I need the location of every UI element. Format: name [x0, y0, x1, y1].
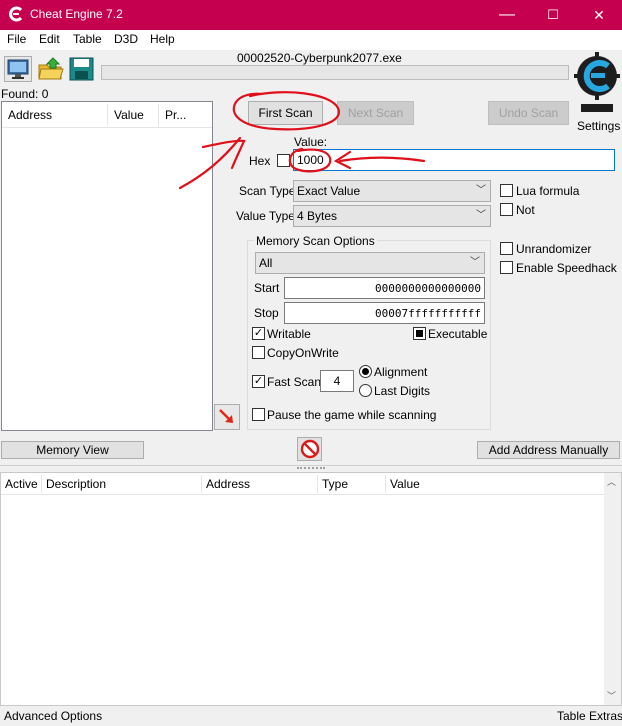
executable-checkbox[interactable] [413, 327, 426, 340]
panel-splitter[interactable] [0, 465, 622, 471]
cheat-engine-logo[interactable] [573, 48, 621, 116]
stop-address-input[interactable]: 00007fffffffffff [284, 302, 485, 324]
process-name: 00002520-Cyberpunk2077.exe [237, 51, 402, 65]
stop-label: Stop [254, 306, 279, 320]
menu-file[interactable]: File [7, 32, 26, 46]
table-extras-link[interactable]: Table Extras [557, 709, 622, 723]
add-address-manually-button[interactable]: Add Address Manually [477, 441, 620, 459]
last-digits-radio[interactable] [359, 384, 372, 397]
column-value[interactable]: Value [114, 108, 144, 122]
executable-label: Executable [428, 327, 488, 341]
advanced-options-link[interactable]: Advanced Options [4, 709, 102, 723]
writable-label: Writable [267, 327, 311, 341]
copy-on-write-checkbox[interactable] [252, 346, 265, 359]
memory-scan-options-title: Memory Scan Options [254, 234, 377, 248]
fast-scan-alignment-input[interactable]: 4 [320, 370, 354, 392]
start-address-input[interactable]: 0000000000000000 [284, 277, 485, 299]
pause-game-label: Pause the game while scanning [267, 408, 437, 422]
menu-edit[interactable]: Edit [39, 32, 60, 46]
menu-bar: File Edit Table D3D Help [0, 30, 622, 50]
last-digits-label: Last Digits [374, 384, 431, 398]
chevron-down-icon: ﹀ [470, 257, 480, 268]
column-active[interactable]: Active [5, 477, 38, 491]
value-label: Value: [294, 135, 328, 149]
writable-checkbox[interactable]: ✓ [252, 327, 265, 340]
lua-formula-label: Lua formula [516, 184, 580, 198]
minimize-button[interactable]: — [484, 0, 530, 30]
arrow-icon [219, 409, 233, 423]
computer-icon [7, 59, 29, 79]
column-address[interactable]: Address [8, 108, 52, 122]
open-file-button[interactable] [37, 56, 65, 82]
address-list[interactable]: Active Description Address Type Value ︿ … [0, 472, 622, 706]
scroll-up-icon[interactable]: ︿ [607, 475, 616, 488]
scan-type-label: Scan Type [239, 184, 296, 198]
column-address[interactable]: Address [206, 477, 250, 491]
scan-progress-bar [101, 65, 569, 80]
menu-help[interactable]: Help [150, 32, 175, 46]
unrandomizer-label: Unrandomizer [516, 242, 592, 256]
address-list-header: Active Description Address Type Value [1, 473, 605, 495]
memory-region-select[interactable]: All ﹀ [255, 252, 485, 274]
hex-label: Hex [249, 154, 271, 168]
unrandomizer-checkbox[interactable] [500, 242, 513, 255]
next-scan-button[interactable]: Next Scan [337, 101, 414, 125]
window-title: Cheat Engine 7.2 [30, 7, 123, 21]
close-button[interactable]: ✕ [576, 0, 622, 30]
value-input[interactable]: 1000 [293, 149, 615, 171]
column-value[interactable]: Value [390, 477, 420, 491]
fast-scan-checkbox[interactable]: ✓ [252, 375, 265, 388]
column-type[interactable]: Type [322, 477, 348, 491]
menu-d3d[interactable]: D3D [114, 32, 138, 46]
save-file-button[interactable] [68, 56, 95, 82]
menu-table[interactable]: Table [73, 32, 102, 46]
column-previous[interactable]: Pr... [165, 108, 186, 122]
not-label: Not [516, 203, 535, 217]
undo-scan-button[interactable]: Undo Scan [488, 101, 569, 125]
lua-formula-checkbox[interactable] [500, 184, 513, 197]
value-type-value: 4 Bytes [297, 209, 338, 223]
title-bar: Cheat Engine 7.2 — ☐ ✕ [0, 0, 622, 30]
settings-link[interactable]: Settings [577, 119, 620, 133]
scan-type-value: Exact Value [297, 184, 361, 198]
add-selected-to-list-button[interactable] [214, 404, 240, 430]
speedhack-label: Enable Speedhack [516, 261, 617, 275]
alignment-label: Alignment [374, 365, 428, 379]
scan-type-select[interactable]: Exact Value ﹀ [293, 180, 491, 202]
speedhack-checkbox[interactable] [500, 261, 513, 274]
scan-results-list[interactable]: Address Value Pr... [1, 101, 213, 431]
copy-on-write-label: CopyOnWrite [267, 346, 339, 360]
not-checkbox[interactable] [500, 203, 513, 216]
vertical-scrollbar[interactable]: ︿ ﹀ [604, 473, 621, 705]
results-header: Address Value Pr... [2, 102, 212, 128]
save-icon [69, 57, 94, 81]
hex-checkbox[interactable] [277, 154, 290, 167]
first-scan-button[interactable]: First Scan [248, 101, 323, 125]
fast-scan-label: Fast Scan [267, 375, 322, 389]
stop-icon [300, 439, 319, 459]
column-description[interactable]: Description [46, 477, 106, 491]
open-folder-icon [38, 57, 64, 80]
value-type-label: Value Type [236, 209, 295, 223]
memory-region-value: All [259, 256, 273, 270]
chevron-down-icon: ﹀ [476, 185, 486, 196]
maximize-button[interactable]: ☐ [530, 0, 576, 30]
chevron-down-icon: ﹀ [476, 210, 486, 221]
value-type-select[interactable]: 4 Bytes ﹀ [293, 205, 491, 227]
select-process-button[interactable] [4, 56, 32, 82]
found-count: Found: 0 [1, 87, 49, 101]
memory-view-button[interactable]: Memory View [1, 441, 144, 459]
pause-game-checkbox[interactable] [252, 408, 265, 421]
cheat-engine-icon [9, 6, 23, 22]
alignment-radio[interactable] [359, 365, 372, 378]
stop-scan-button[interactable] [297, 437, 322, 461]
status-bar: Advanced Options Table Extras [0, 706, 622, 726]
start-label: Start [254, 281, 280, 295]
scroll-down-icon[interactable]: ﹀ [607, 689, 616, 702]
